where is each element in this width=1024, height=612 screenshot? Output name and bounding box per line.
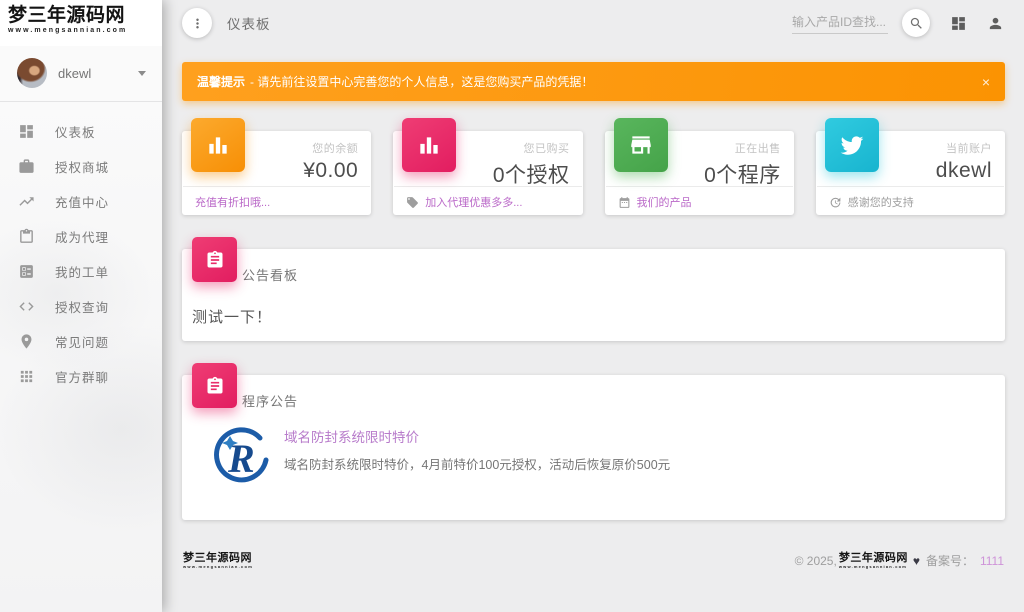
page-title: 仪表板 bbox=[227, 17, 271, 32]
search-icon bbox=[910, 17, 922, 29]
search-input[interactable] bbox=[792, 12, 888, 34]
stat-footer-link-recharge[interactable]: 充值有折扣哦... bbox=[183, 186, 371, 217]
copyright-text: © 2025, bbox=[794, 553, 837, 568]
person-icon bbox=[989, 17, 1002, 29]
search-button[interactable] bbox=[902, 9, 930, 37]
sidebar-item-label: 官方群聊 bbox=[55, 371, 110, 385]
heart-icon: ♥ bbox=[912, 553, 920, 568]
announcement-link[interactable]: 域名防封系统限时特价 bbox=[284, 426, 419, 446]
stat-card-purchased: 您已购买 0个授权 加入代理优惠多多... bbox=[393, 118, 583, 217]
stat-card-selling: 正在出售 0个程序 我们的产品 bbox=[604, 118, 794, 217]
location-pin-icon bbox=[21, 334, 32, 349]
stat-card-account: 当前账户 dkewl 感谢您的支持 bbox=[815, 118, 1005, 217]
sidebar-item-faq[interactable]: 常见问题 bbox=[0, 324, 162, 359]
dashboard-icon bbox=[952, 16, 965, 30]
sidebar-item-become-agent[interactable]: 成为代理 bbox=[0, 219, 162, 254]
sidebar-item-label: 授权查询 bbox=[55, 301, 110, 315]
user-menu[interactable]: dkewl bbox=[0, 46, 162, 102]
board-content: 测试一下！ bbox=[192, 309, 273, 326]
stat-footer-link-agent[interactable]: 加入代理优惠多多... bbox=[394, 186, 582, 217]
sidebar-item-recharge-center[interactable]: 充值中心 bbox=[0, 184, 162, 219]
avatar bbox=[17, 58, 47, 88]
alert-message: - 请先前往设置中心完善您的个人信息，这是您购买产品的凭据！ bbox=[250, 75, 594, 89]
calendar-icon bbox=[619, 196, 629, 208]
stat-footer-link-products[interactable]: 我们的产品 bbox=[605, 186, 793, 217]
dashboard-icon bbox=[20, 125, 33, 138]
user-name: dkewl bbox=[58, 65, 92, 81]
sidebar-item-label: 我的工单 bbox=[55, 266, 110, 280]
announcement-panel: 程序公告 R 域名防封系统限时特价 域名防封系统限时特价，4月前特价100元授权… bbox=[182, 363, 1005, 520]
brand-domain: www.mengsannian.com bbox=[8, 27, 128, 34]
dashboard-grid-button[interactable] bbox=[950, 15, 967, 32]
sidebar-item-label: 成为代理 bbox=[55, 231, 110, 245]
board-title: 公告看板 bbox=[242, 268, 299, 283]
sidebar-item-official-group[interactable]: 官方群聊 bbox=[0, 359, 162, 394]
page-footer: 梦三年源码网 www.mengsannian.com © 2025, 梦三年源码… bbox=[182, 552, 1005, 569]
clipboard-icon bbox=[192, 363, 237, 408]
stat-card-balance: 您的余额 ¥0.00 充值有折扣哦... bbox=[182, 118, 372, 217]
stats-row: 您的余额 ¥0.00 充值有折扣哦... 您已购买 0个授权 加入代理优惠多多.… bbox=[182, 118, 1005, 217]
announcement-logo: R bbox=[214, 427, 269, 483]
beian-link[interactable]: 1111 bbox=[980, 554, 1004, 568]
account-button[interactable] bbox=[987, 15, 1004, 32]
sidebar-item-my-tickets[interactable]: 我的工单 bbox=[0, 254, 162, 289]
sidebar-item-label: 常见问题 bbox=[55, 336, 110, 350]
sidebar-item-auth-shop[interactable]: 授权商城 bbox=[0, 149, 162, 184]
bar-chart-icon bbox=[402, 118, 457, 172]
tag-icon bbox=[407, 196, 419, 208]
sidebar-toggle-button[interactable] bbox=[182, 8, 212, 38]
footer-brand-logo: 梦三年源码网 www.mengsannian.com bbox=[183, 552, 254, 569]
main-area: 仪表板 温馨提示 - 请先前往设置中心完善您的个人信息，这是您购买产品的凭据！ bbox=[162, 0, 1024, 612]
brand-logo[interactable]: 梦三年源码网 www.mengsannian.com bbox=[0, 0, 162, 46]
content: 温馨提示 - 请先前往设置中心完善您的个人信息，这是您购买产品的凭据！ × 您的… bbox=[162, 46, 1024, 569]
clipboard-icon bbox=[192, 237, 237, 282]
app-root: 梦三年源码网 www.mengsannian.com dkewl 仪表板 授权商… bbox=[0, 0, 1024, 612]
stat-footer-thanks: 感谢您的支持 bbox=[816, 186, 1004, 217]
beian-label: 备案号： bbox=[925, 554, 974, 568]
trending-up-icon bbox=[19, 197, 34, 206]
twitter-icon bbox=[824, 118, 879, 172]
topbar-actions bbox=[792, 9, 1004, 37]
sidebar-item-label: 充值中心 bbox=[55, 196, 110, 210]
topbar: 仪表板 bbox=[162, 0, 1024, 46]
code-icon bbox=[19, 302, 34, 311]
sidebar-item-auth-query[interactable]: 授权查询 bbox=[0, 289, 162, 324]
sidebar-item-label: 仪表板 bbox=[55, 126, 96, 140]
brand-name: 梦三年源码网 bbox=[8, 5, 126, 26]
sidebar-menu: 仪表板 授权商城 充值中心 成为代理 我的工单 授权查询 常见问题 官方群聊 bbox=[0, 102, 162, 394]
sidebar-item-label: 授权商城 bbox=[55, 161, 110, 175]
update-icon bbox=[830, 197, 841, 207]
bar-chart-icon bbox=[191, 118, 245, 172]
more-vert-icon bbox=[195, 18, 199, 28]
alert-banner: 温馨提示 - 请先前往设置中心完善您的个人信息，这是您购买产品的凭据！ × bbox=[182, 62, 1005, 101]
sidebar: 梦三年源码网 www.mengsannian.com dkewl 仪表板 授权商… bbox=[0, 0, 162, 612]
briefcase-icon bbox=[19, 159, 34, 173]
board-panel: 公告看板 测试一下！ bbox=[182, 237, 1005, 341]
sidebar-item-dashboard[interactable]: 仪表板 bbox=[0, 114, 162, 149]
announcement-title: 程序公告 bbox=[242, 394, 299, 409]
footer-brand-logo[interactable]: 梦三年源码网 www.mengsannian.com bbox=[839, 552, 908, 569]
apps-grid-icon bbox=[20, 370, 33, 383]
alert-title: 温馨提示 bbox=[197, 75, 246, 89]
announcement-item: R 域名防封系统限时特价 域名防封系统限时特价，4月前特价100元授权，活动后恢… bbox=[182, 410, 1005, 488]
clipboard-icon bbox=[20, 228, 33, 243]
storefront-icon bbox=[613, 118, 668, 172]
alert-close-button[interactable]: × bbox=[982, 75, 990, 89]
chevron-down-icon bbox=[138, 70, 146, 76]
ballot-icon bbox=[20, 265, 33, 278]
announcement-desc: 域名防封系统限时特价，4月前特价100元授权，活动后恢复原价500元 bbox=[284, 458, 671, 472]
